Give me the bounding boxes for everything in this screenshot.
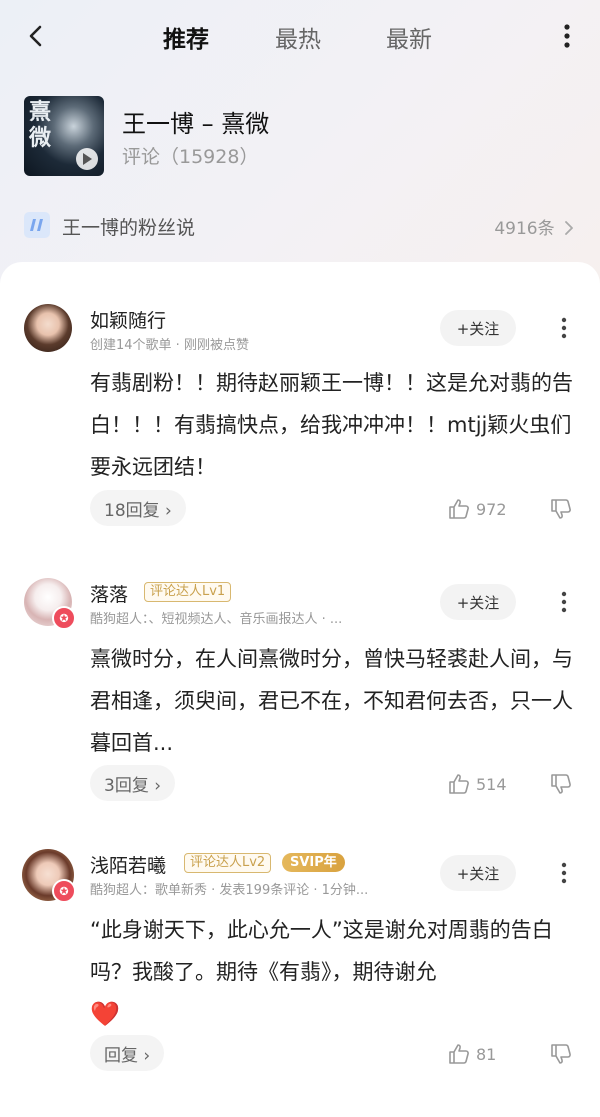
comment-item: ✪ 落落 评论达人Lv1 酷狗超人：、短视频达人、音乐画报达人 · ... +关… [0,562,600,822]
thumbs-up-icon [449,1044,469,1064]
svip-badge: SVIP年 [282,853,345,872]
back-button[interactable] [16,16,56,56]
fans-say-label: 王一博的粉丝说 [62,217,196,239]
comment-more-button[interactable] [552,858,576,888]
verified-badge-icon: ✪ [52,879,76,903]
level-badge: 评论达人Lv1 [144,582,232,602]
comment-more-button[interactable] [552,313,576,343]
more-vertical-icon [561,591,567,613]
reply-button[interactable]: 3回复 › [90,765,176,801]
comment-text: 有翡剧粉！！期待赵丽颖王一博！！这是允对翡的告白！！！有翡搞快点，给我冲冲冲！！… [90,371,573,479]
level-badge: 评论达人Lv2 [184,853,272,873]
thumbs-up-icon [449,499,469,519]
user-meta: 酷狗超人：歌单新秀 · 发表199条评论 · 1分钟... [90,883,369,898]
username[interactable]: 浅陌若曦 [90,851,166,878]
reply-button[interactable]: 回复 › [90,1035,165,1071]
user-meta: 创建14个歌单 · 刚刚被点赞 [90,338,249,353]
follow-button[interactable]: +关注 [440,310,516,346]
like-button[interactable]: 81 [448,1043,496,1065]
song-title: 王一博 – 熹微 [122,110,270,138]
top-nav: 推荐 最热 最新 [0,0,600,72]
avatar[interactable] [24,304,72,352]
comment-item: 如颖随行 创建14个歌单 · 刚刚被点赞 +关注 有翡剧粉！！期待赵丽颖王一博！… [0,262,600,530]
more-vertical-icon [561,317,567,339]
fans-say-count: 4916条 [494,214,574,239]
thumbs-down-icon [551,774,571,794]
song-header[interactable]: 熹微 王一博 – 熹微 评论（15928） [24,96,584,178]
thumbs-down-icon [551,499,571,519]
tab-recommended[interactable]: 推荐 [163,20,209,54]
tab-newest[interactable]: 最新 [386,20,432,54]
more-vertical-icon [564,24,570,48]
heart-emoji-icon: ❤️ [90,1000,120,1028]
tab-hottest[interactable]: 最热 [275,20,321,54]
like-count: 972 [476,499,507,519]
comment-more-button[interactable] [552,587,576,617]
album-cover[interactable]: 熹微 [24,96,104,176]
comments-panel: 如颖随行 创建14个歌单 · 刚刚被点赞 +关注 有翡剧粉！！期待赵丽颖王一博！… [0,262,600,1117]
like-count: 514 [476,774,507,794]
more-vertical-icon [561,862,567,884]
reply-button[interactable]: 18回复 › [90,490,186,526]
follow-button[interactable]: +关注 [440,584,516,620]
verified-badge-icon: ✪ [52,606,76,630]
comment-count: 评论（15928） [122,146,259,168]
dislike-button[interactable] [550,1043,574,1069]
dislike-button[interactable] [550,773,574,799]
like-count: 81 [476,1044,497,1064]
follow-button[interactable]: +关注 [440,855,516,891]
more-options-button[interactable] [552,18,582,54]
cover-title-text: 熹微 [29,100,51,151]
like-button[interactable]: 514 [448,773,507,795]
username[interactable]: 落落 [90,580,128,607]
chevron-left-icon [29,25,42,47]
like-button[interactable]: 972 [448,498,507,520]
thumbs-up-icon [449,774,469,794]
comment-text: 熹微时分，在人间熹微时分，曾快马轻裘赴人间，与君相逢，须臾间，君已不在，不知君何… [90,647,573,755]
play-icon [83,153,92,165]
comment-text: “此身谢天下，此心允一人”这是谢允对周翡的告白吗？我酸了。期待《有翡》，期待谢允… [90,918,553,1028]
username[interactable]: 如颖随行 [90,306,166,333]
user-meta: 酷狗超人：、短视频达人、音乐画报达人 · ... [90,612,343,627]
thumbs-down-icon [551,1044,571,1064]
play-button[interactable] [76,148,98,170]
dislike-button[interactable] [550,498,574,524]
quote-icon [24,212,50,238]
comment-item: ✪ 浅陌若曦 评论达人Lv2 SVIP年 酷狗超人：歌单新秀 · 发表199条评… [0,837,600,1117]
fans-say-row[interactable]: 王一博的粉丝说 4916条 [24,205,580,245]
chevron-right-icon [565,221,573,235]
